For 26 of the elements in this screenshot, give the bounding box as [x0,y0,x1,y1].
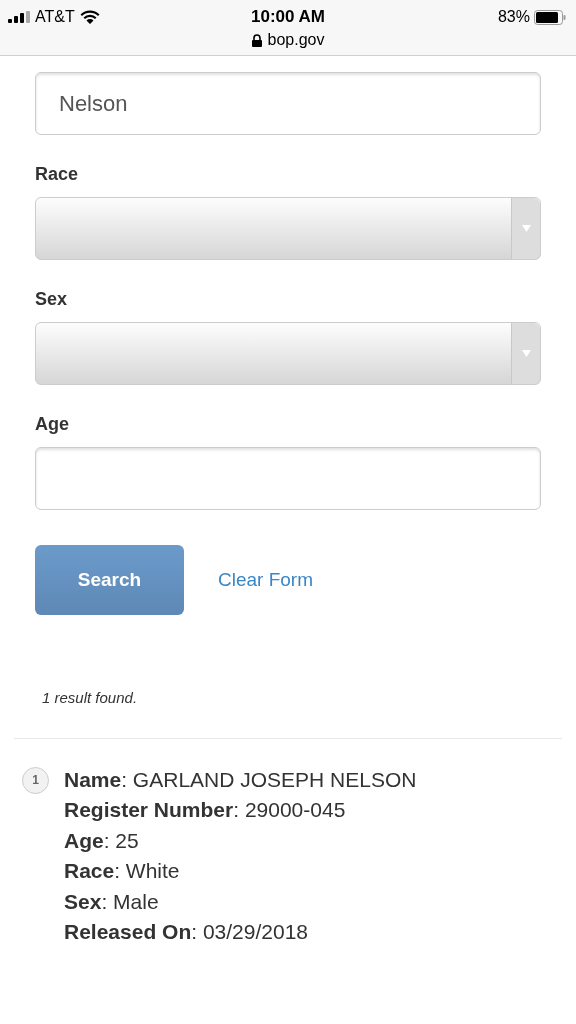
caret-icon [521,350,531,357]
result-detail: Name: GARLAND JOSEPH NELSON [64,766,417,793]
dropdown[interactable] [35,322,541,385]
field-label: Age [35,413,70,436]
input-field[interactable] [35,447,541,510]
clear-form-link[interactable]: Clear Form [218,565,313,595]
result-detail: Released On: 03/29/2018 [64,919,309,945]
lock-icon [251,33,262,47]
result-number: 1 [22,766,49,794]
caret-icon [521,225,531,232]
result-detail: Register Number: 29000-045 [64,797,347,823]
field-label: Sex [35,288,69,311]
field-label: Race [35,163,80,186]
clock: 10:00 AM [251,7,325,26]
url-text[interactable]: bop.gov [267,28,325,52]
dropdown[interactable] [35,197,541,260]
result-detail: Sex: Male [64,888,160,915]
battery-percent: 83% [497,7,530,27]
input-field[interactable]: Nelson [35,72,541,135]
results-summary: 1 result found. [42,688,139,708]
wifi-icon [79,10,100,24]
carrier-name: AT&T [35,7,75,27]
result-detail: Race: White [64,858,181,884]
battery-icon [534,9,566,25]
result-detail: Age: 25 [64,827,140,854]
signal-icon [8,11,30,23]
